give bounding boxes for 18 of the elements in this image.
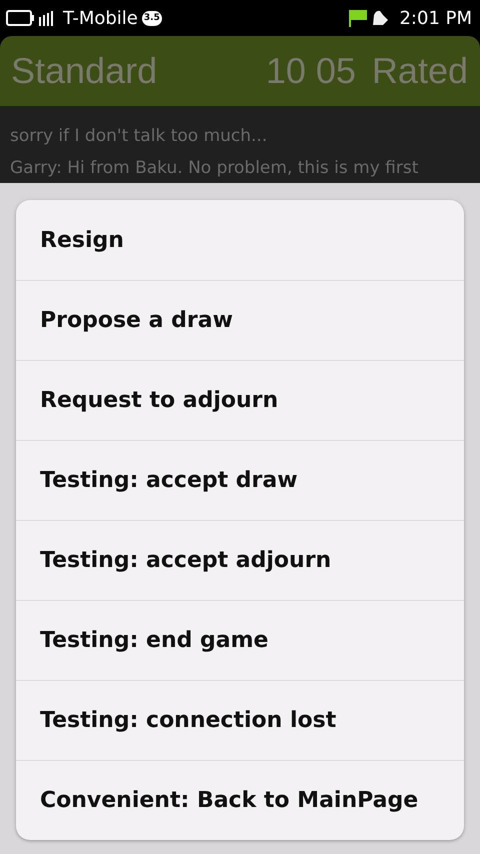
menu-item[interactable]: Testing: end game bbox=[40, 628, 268, 653]
menu-item[interactable]: Propose a draw bbox=[40, 308, 233, 333]
menu-item[interactable]: Convenient: Back to MainPage bbox=[40, 788, 418, 813]
chat-message: sorry if I don't talk too much... bbox=[10, 125, 268, 148]
chat-message: Garry: Hi from Baku. No problem, this is my first bbox=[10, 157, 420, 180]
network-badge: 3.5 bbox=[142, 10, 162, 26]
menu-item[interactable]: Testing: accept draw bbox=[40, 468, 298, 493]
battery-icon bbox=[6, 10, 35, 26]
clock: 2:01 PM bbox=[399, 8, 472, 28]
flag-icon bbox=[349, 9, 368, 27]
game-type: Standard bbox=[11, 50, 158, 92]
menu-item[interactable]: Testing: accept adjourn bbox=[40, 548, 332, 573]
time-control: 10 05 bbox=[266, 50, 356, 92]
menu-item[interactable]: Request to adjourn bbox=[40, 388, 278, 413]
menu-item[interactable]: Testing: connection lost bbox=[40, 708, 336, 733]
carrier-name: T-Mobile bbox=[63, 8, 138, 28]
menu-item[interactable]: Resign bbox=[40, 228, 124, 252]
rating-type: Rated bbox=[372, 50, 468, 92]
